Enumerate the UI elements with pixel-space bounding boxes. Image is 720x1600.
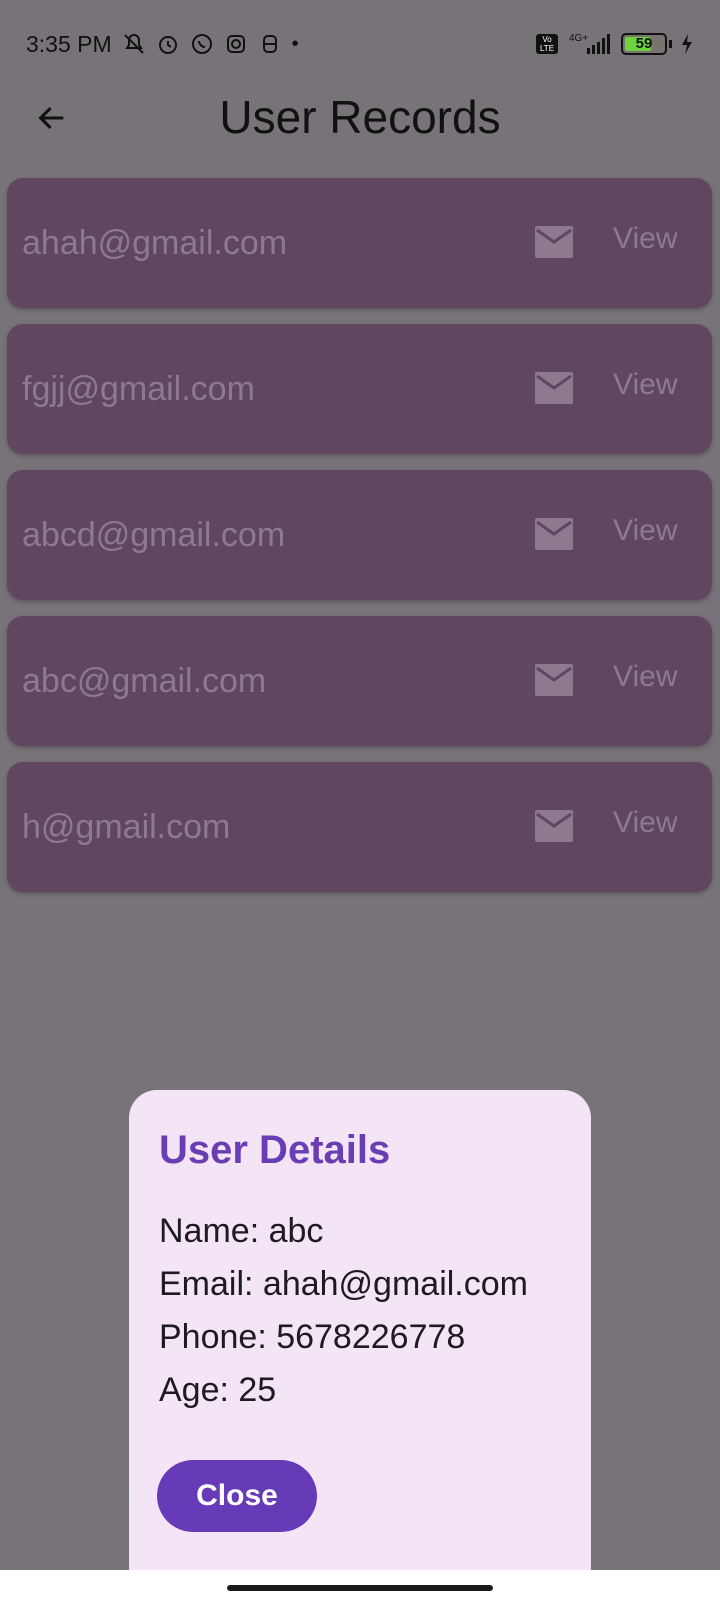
- svg-text:Vo: Vo: [542, 35, 552, 44]
- user-details-dialog: User Details Name: abc Email: ahah@gmail…: [129, 1090, 591, 1584]
- record-email: abcd@gmail.com: [22, 515, 286, 554]
- record-email: fgjj@gmail.com: [22, 369, 255, 408]
- detail-name: Name: abc: [159, 1212, 324, 1250]
- instagram-icon: [226, 35, 245, 53]
- view-button[interactable]: View: [613, 660, 677, 694]
- record-email: abc@gmail.com: [22, 661, 267, 700]
- page-title: User Records: [219, 91, 501, 143]
- mail-icon[interactable]: [535, 226, 573, 258]
- app-bar: User Records: [0, 88, 720, 152]
- detail-phone: Phone: 5678226778: [159, 1318, 466, 1356]
- volte-icon: VoLTE: [536, 34, 558, 54]
- record-card[interactable]: abcd@gmail.com View: [7, 470, 712, 600]
- close-button[interactable]: Close: [157, 1460, 317, 1532]
- dot-icon: •: [291, 32, 299, 55]
- svg-text:LTE: LTE: [540, 44, 554, 53]
- detail-age: Age: 25: [159, 1371, 277, 1409]
- view-button[interactable]: View: [613, 368, 677, 402]
- status-time: 3:35 PM: [26, 30, 112, 57]
- record-card[interactable]: h@gmail.com View: [7, 762, 712, 892]
- charging-icon: [682, 34, 692, 54]
- alarm-icon: [158, 36, 177, 54]
- view-button[interactable]: View: [613, 222, 677, 256]
- dialog-title: User Details: [159, 1128, 391, 1172]
- mail-icon[interactable]: [535, 518, 573, 550]
- battery-icon: 59: [621, 33, 667, 55]
- signal-icon: 4G+: [569, 33, 610, 54]
- battery-cap: [669, 40, 672, 48]
- detail-email: Email: ahah@gmail.com: [159, 1265, 528, 1303]
- mute-icon: [123, 33, 144, 54]
- whatsapp-icon: [191, 34, 212, 54]
- record-card[interactable]: ahah@gmail.com View: [7, 178, 712, 308]
- view-button[interactable]: View: [613, 806, 677, 840]
- record-card[interactable]: fgjj@gmail.com View: [7, 324, 712, 454]
- status-left: 3:35 PM •: [26, 31, 299, 58]
- home-indicator[interactable]: [227, 1585, 493, 1591]
- record-email: h@gmail.com: [22, 807, 231, 846]
- record-email: ahah@gmail.com: [22, 223, 288, 262]
- status-right: Vo LTE 4G+ 59: [535, 32, 694, 56]
- mail-icon[interactable]: [535, 664, 573, 696]
- record-card[interactable]: abc@gmail.com View: [7, 616, 712, 746]
- status-bar: 3:35 PM • Vo LTE 4G+ 59: [0, 0, 720, 88]
- view-button[interactable]: View: [613, 514, 677, 548]
- mask-icon: [262, 35, 277, 53]
- mail-icon[interactable]: [535, 810, 573, 842]
- battery-level: 59: [635, 35, 653, 52]
- records-list: ahah@gmail.com View fgjj@gmail.com View …: [7, 178, 712, 908]
- svg-text:4G+: 4G+: [569, 33, 588, 44]
- mail-icon[interactable]: [535, 372, 573, 404]
